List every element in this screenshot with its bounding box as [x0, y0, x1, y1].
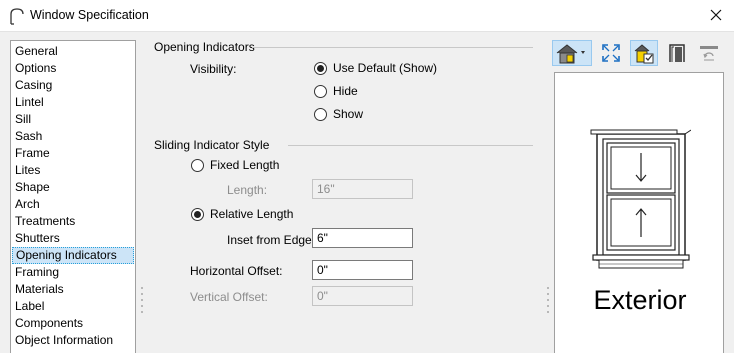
radio-label: Hide	[333, 84, 358, 98]
radio-label: Show	[333, 107, 364, 121]
horizontal-offset-field[interactable]	[312, 260, 413, 280]
preview-toolbar	[552, 40, 724, 68]
window-check-icon	[634, 44, 654, 64]
sidebar-item-casing[interactable]: Casing	[12, 77, 134, 94]
sidebar-item-lintel[interactable]: Lintel	[12, 94, 134, 111]
window-preview-drawing	[590, 129, 691, 269]
sidebar-item-treatments[interactable]: Treatments	[12, 213, 134, 230]
door-frame-icon	[669, 44, 685, 62]
vertical-offset-label: Vertical Offset:	[190, 290, 268, 304]
inset-from-edge-label: Inset from Edge:	[227, 233, 316, 247]
right-splitter-handle[interactable]	[545, 283, 551, 323]
fixed-length-radio[interactable]: Fixed Length	[191, 158, 279, 172]
sidebar-item-materials[interactable]: Materials	[12, 281, 134, 298]
radio-label: Relative Length	[210, 207, 294, 221]
radio-circle	[314, 61, 327, 75]
sidebar-item-arch[interactable]: Arch	[12, 196, 134, 213]
fill-window-button[interactable]	[598, 40, 624, 66]
view-type-dropdown-button[interactable]	[552, 40, 592, 66]
radio-circle	[314, 84, 327, 98]
fill-window-icon	[602, 44, 620, 62]
vertical-offset-field[interactable]	[312, 286, 413, 306]
close-icon[interactable]	[706, 5, 726, 25]
category-list[interactable]: General Options Casing Lintel Sill Sash Frame L…	[10, 40, 136, 353]
show-casing-button[interactable]	[664, 40, 690, 66]
radio-circle	[314, 107, 327, 121]
app-arch-icon	[10, 8, 24, 25]
sidebar-item-shape[interactable]: Shape	[12, 179, 134, 196]
sidebar-item-components[interactable]: Components	[12, 315, 134, 332]
relative-length-radio[interactable]: Relative Length	[191, 207, 293, 221]
visibility-label: Visibility:	[190, 62, 237, 76]
show-opening-indicators-button[interactable]	[630, 40, 658, 66]
sidebar-item-label[interactable]: Label	[12, 298, 134, 315]
visibility-use-default-radio[interactable]: Use Default (Show)	[314, 61, 437, 75]
group-divider	[288, 145, 533, 146]
house-view-icon	[556, 44, 585, 64]
inset-from-edge-field[interactable]	[312, 228, 413, 248]
sidebar-item-opening-indicators[interactable]: Opening Indicators	[12, 247, 134, 264]
sidebar-item-frame[interactable]: Frame	[12, 145, 134, 162]
sidebar-item-sill[interactable]: Sill	[12, 111, 134, 128]
group-divider	[252, 47, 533, 48]
sidebar-item-sash[interactable]: Sash	[12, 128, 134, 145]
length-label: Length:	[227, 183, 268, 197]
sidebar-item-object-information[interactable]: Object Information	[12, 332, 134, 349]
opening-indicators-group-title: Opening Indicators	[154, 40, 255, 54]
visibility-show-radio[interactable]: Show	[314, 107, 363, 121]
horizontal-offset-label: Horizontal Offset:	[190, 264, 283, 278]
visibility-hide-radio[interactable]: Hide	[314, 84, 358, 98]
sidebar-item-general[interactable]: General	[12, 43, 134, 60]
rotate-icon	[700, 46, 718, 61]
sidebar-item-lites[interactable]: Lites	[12, 162, 134, 179]
length-field[interactable]	[312, 179, 413, 199]
radio-circle	[191, 207, 204, 221]
radio-label: Fixed Length	[210, 158, 280, 172]
left-splitter-handle[interactable]	[139, 283, 145, 323]
sidebar-item-framing[interactable]: Framing	[12, 264, 134, 281]
sidebar-item-shutters[interactable]: Shutters	[12, 230, 134, 247]
preview-view-label: Exterior	[593, 285, 687, 315]
radio-label: Use Default (Show)	[333, 61, 438, 75]
sidebar-item-options[interactable]: Options	[12, 60, 134, 77]
title-bar: Window Specification	[0, 0, 734, 32]
rotate-view-button[interactable]	[696, 40, 722, 66]
radio-circle	[191, 158, 204, 172]
preview-pane[interactable]: Exterior	[554, 72, 724, 353]
sliding-indicator-group-title: Sliding Indicator Style	[154, 138, 270, 152]
window-title: Window Specification	[30, 8, 149, 22]
